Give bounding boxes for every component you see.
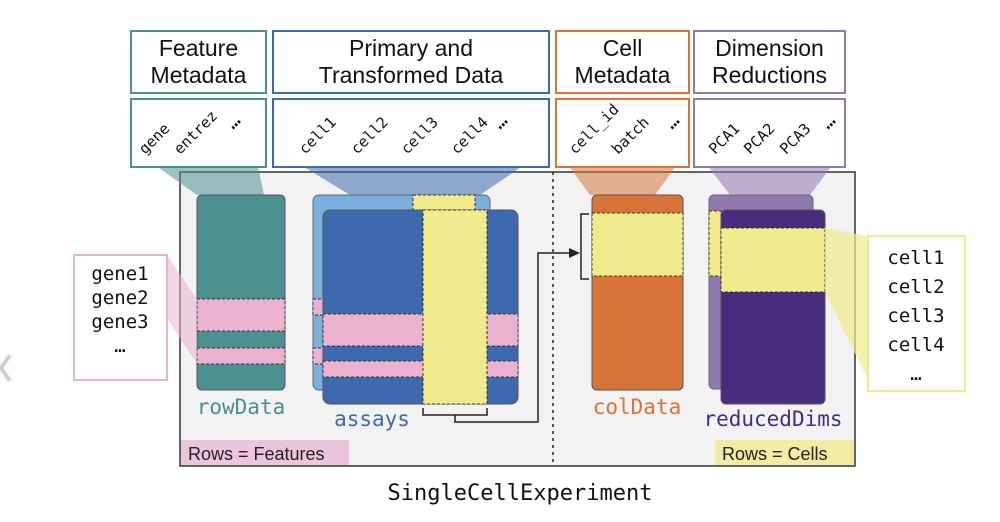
assays-front-layer xyxy=(322,209,519,405)
gene-list-item: gene1 xyxy=(91,263,148,285)
cell-list-item: … xyxy=(910,363,921,385)
gene-list-item: gene3 xyxy=(91,311,148,333)
header-title-line: Metadata xyxy=(151,62,247,88)
header-title-line: Primary and xyxy=(349,35,473,61)
reducedDims-block xyxy=(708,194,826,405)
diagram-title: SingleCellExperiment xyxy=(388,481,653,506)
header-cellmeta: CellMetadatacell_idbatch… xyxy=(555,30,690,168)
gene-list-item: gene2 xyxy=(91,287,148,309)
colData-label: colData xyxy=(593,395,682,419)
header-title-line: Dimension xyxy=(715,35,824,61)
header-dimred: DimensionReductionsPCA1PCA2PCA3… xyxy=(693,30,846,168)
sce-diagram: FeatureMetadatageneentrez…Primary andTra… xyxy=(0,30,966,506)
header-title-line: Cell xyxy=(603,35,643,61)
cell-list-item: cell1 xyxy=(887,247,944,269)
gene-list-item: … xyxy=(114,335,125,357)
rows-features-tag: Rows = Features xyxy=(188,444,325,464)
assays-label: assays xyxy=(334,407,410,431)
reducedDims-label: reducedDims xyxy=(703,407,842,431)
rowData-block xyxy=(196,194,286,391)
header-title-line: Reductions xyxy=(712,62,827,88)
header-feature: FeatureMetadatageneentrez… xyxy=(130,30,267,168)
chevron-left-icon[interactable] xyxy=(0,353,12,383)
cell-list-item: cell3 xyxy=(887,305,944,327)
cell-list-item: cell2 xyxy=(887,276,944,298)
header-title-line: Feature xyxy=(159,35,238,61)
rows-cells-tag: Rows = Cells xyxy=(722,444,828,464)
header-title-line: Metadata xyxy=(575,62,671,88)
header-primary: Primary andTransformed Datacell1 cell2 cel… xyxy=(272,30,550,168)
rowData-label: rowData xyxy=(197,395,286,419)
colData-block xyxy=(591,194,684,391)
cell-list-item: cell4 xyxy=(887,334,944,356)
header-title-line: Transformed Data xyxy=(319,62,504,88)
